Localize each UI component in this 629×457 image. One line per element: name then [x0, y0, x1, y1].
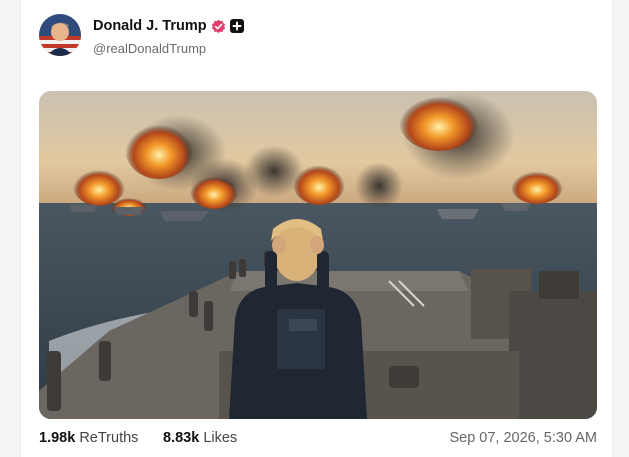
- verified-badge-icon: [211, 19, 226, 34]
- author-handle[interactable]: @realDonaldTrump: [93, 41, 206, 56]
- author-name-row: Donald J. Trump: [93, 18, 244, 34]
- likes-label: Likes: [203, 430, 238, 446]
- likes-stat[interactable]: 8.83k Likes: [163, 430, 237, 446]
- post-image[interactable]: [39, 91, 597, 419]
- post-card: Donald J. Trump @realDonaldTrump 1.98k R…: [20, 0, 613, 457]
- retruths-count: 1.98k: [39, 430, 76, 446]
- post-stats-bar: 1.98k ReTruths 8.83k Likes Sep 07, 2026,…: [39, 430, 597, 450]
- display-name[interactable]: Donald J. Trump: [93, 18, 207, 34]
- avatar[interactable]: [39, 14, 81, 56]
- retruths-stat[interactable]: 1.98k ReTruths: [39, 430, 138, 446]
- retruths-label: ReTruths: [79, 430, 139, 446]
- likes-count: 8.83k: [163, 430, 200, 446]
- post-timestamp[interactable]: Sep 07, 2026, 5:30 AM: [449, 430, 597, 446]
- plus-badge-icon: [229, 19, 244, 33]
